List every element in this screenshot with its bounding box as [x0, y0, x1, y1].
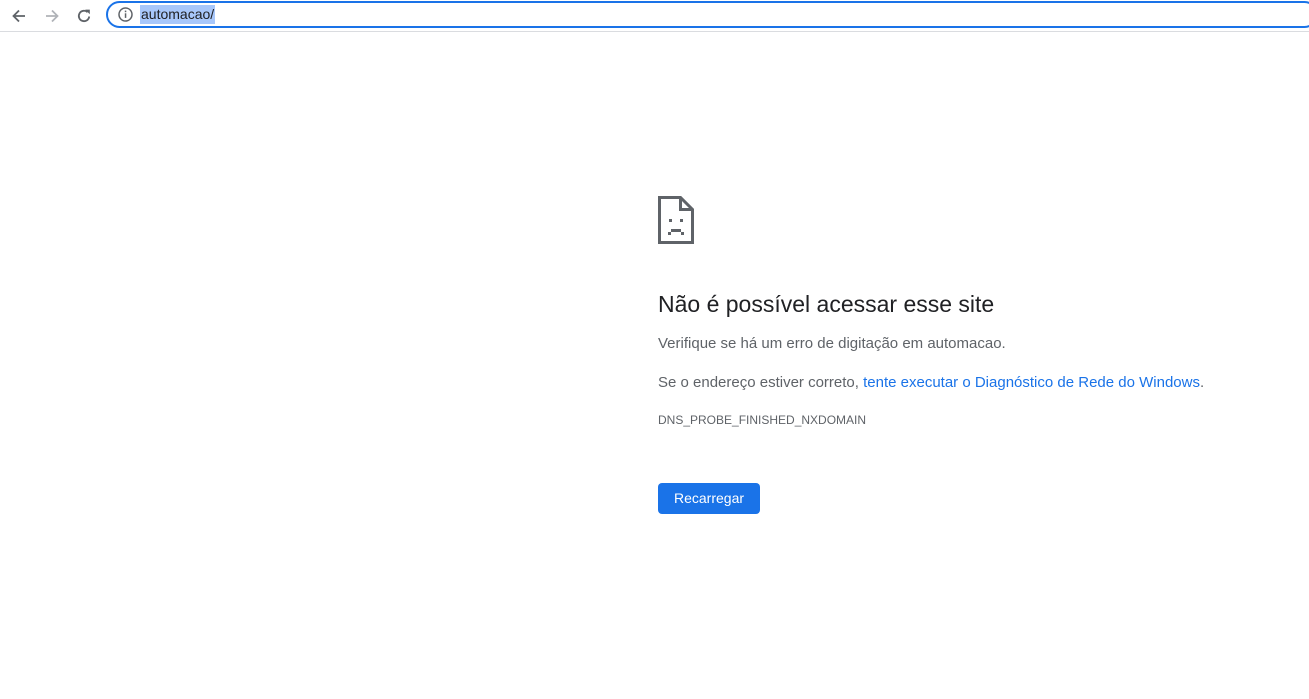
- diagnostics-prefix: Se o endereço estiver correto,: [658, 374, 864, 391]
- error-diagnostics-line: Se o endereço estiver correto, tente exe…: [658, 373, 1278, 393]
- forward-button[interactable]: [39, 3, 65, 29]
- error-title: Não é possível acessar esse site: [658, 291, 995, 317]
- address-bar[interactable]: automacao/: [106, 1, 1309, 28]
- error-code: DNS_PROBE_FINISHED_NXDOMAIN: [658, 413, 867, 427]
- url-text[interactable]: automacao/: [140, 5, 216, 24]
- reload-icon: [78, 9, 91, 23]
- network-diagnostics-link[interactable]: tente executar o Diagnóstico de Rede do …: [863, 374, 1200, 391]
- forward-icon: [46, 9, 59, 23]
- diagnostics-suffix: .: [1199, 374, 1205, 391]
- reload-browser-button[interactable]: [71, 3, 97, 29]
- error-suggestion: Verifique se há um erro de digitação em …: [658, 335, 1006, 352]
- browser-toolbar: automacao/: [0, 0, 1309, 32]
- info-icon[interactable]: [117, 6, 134, 23]
- reload-button[interactable]: Recarregar: [658, 483, 761, 514]
- sad-document-icon: [658, 196, 694, 244]
- back-button[interactable]: [6, 3, 32, 29]
- back-icon: [12, 9, 25, 23]
- error-page: Não é possível acessar esse site Verifiq…: [658, 196, 1278, 514]
